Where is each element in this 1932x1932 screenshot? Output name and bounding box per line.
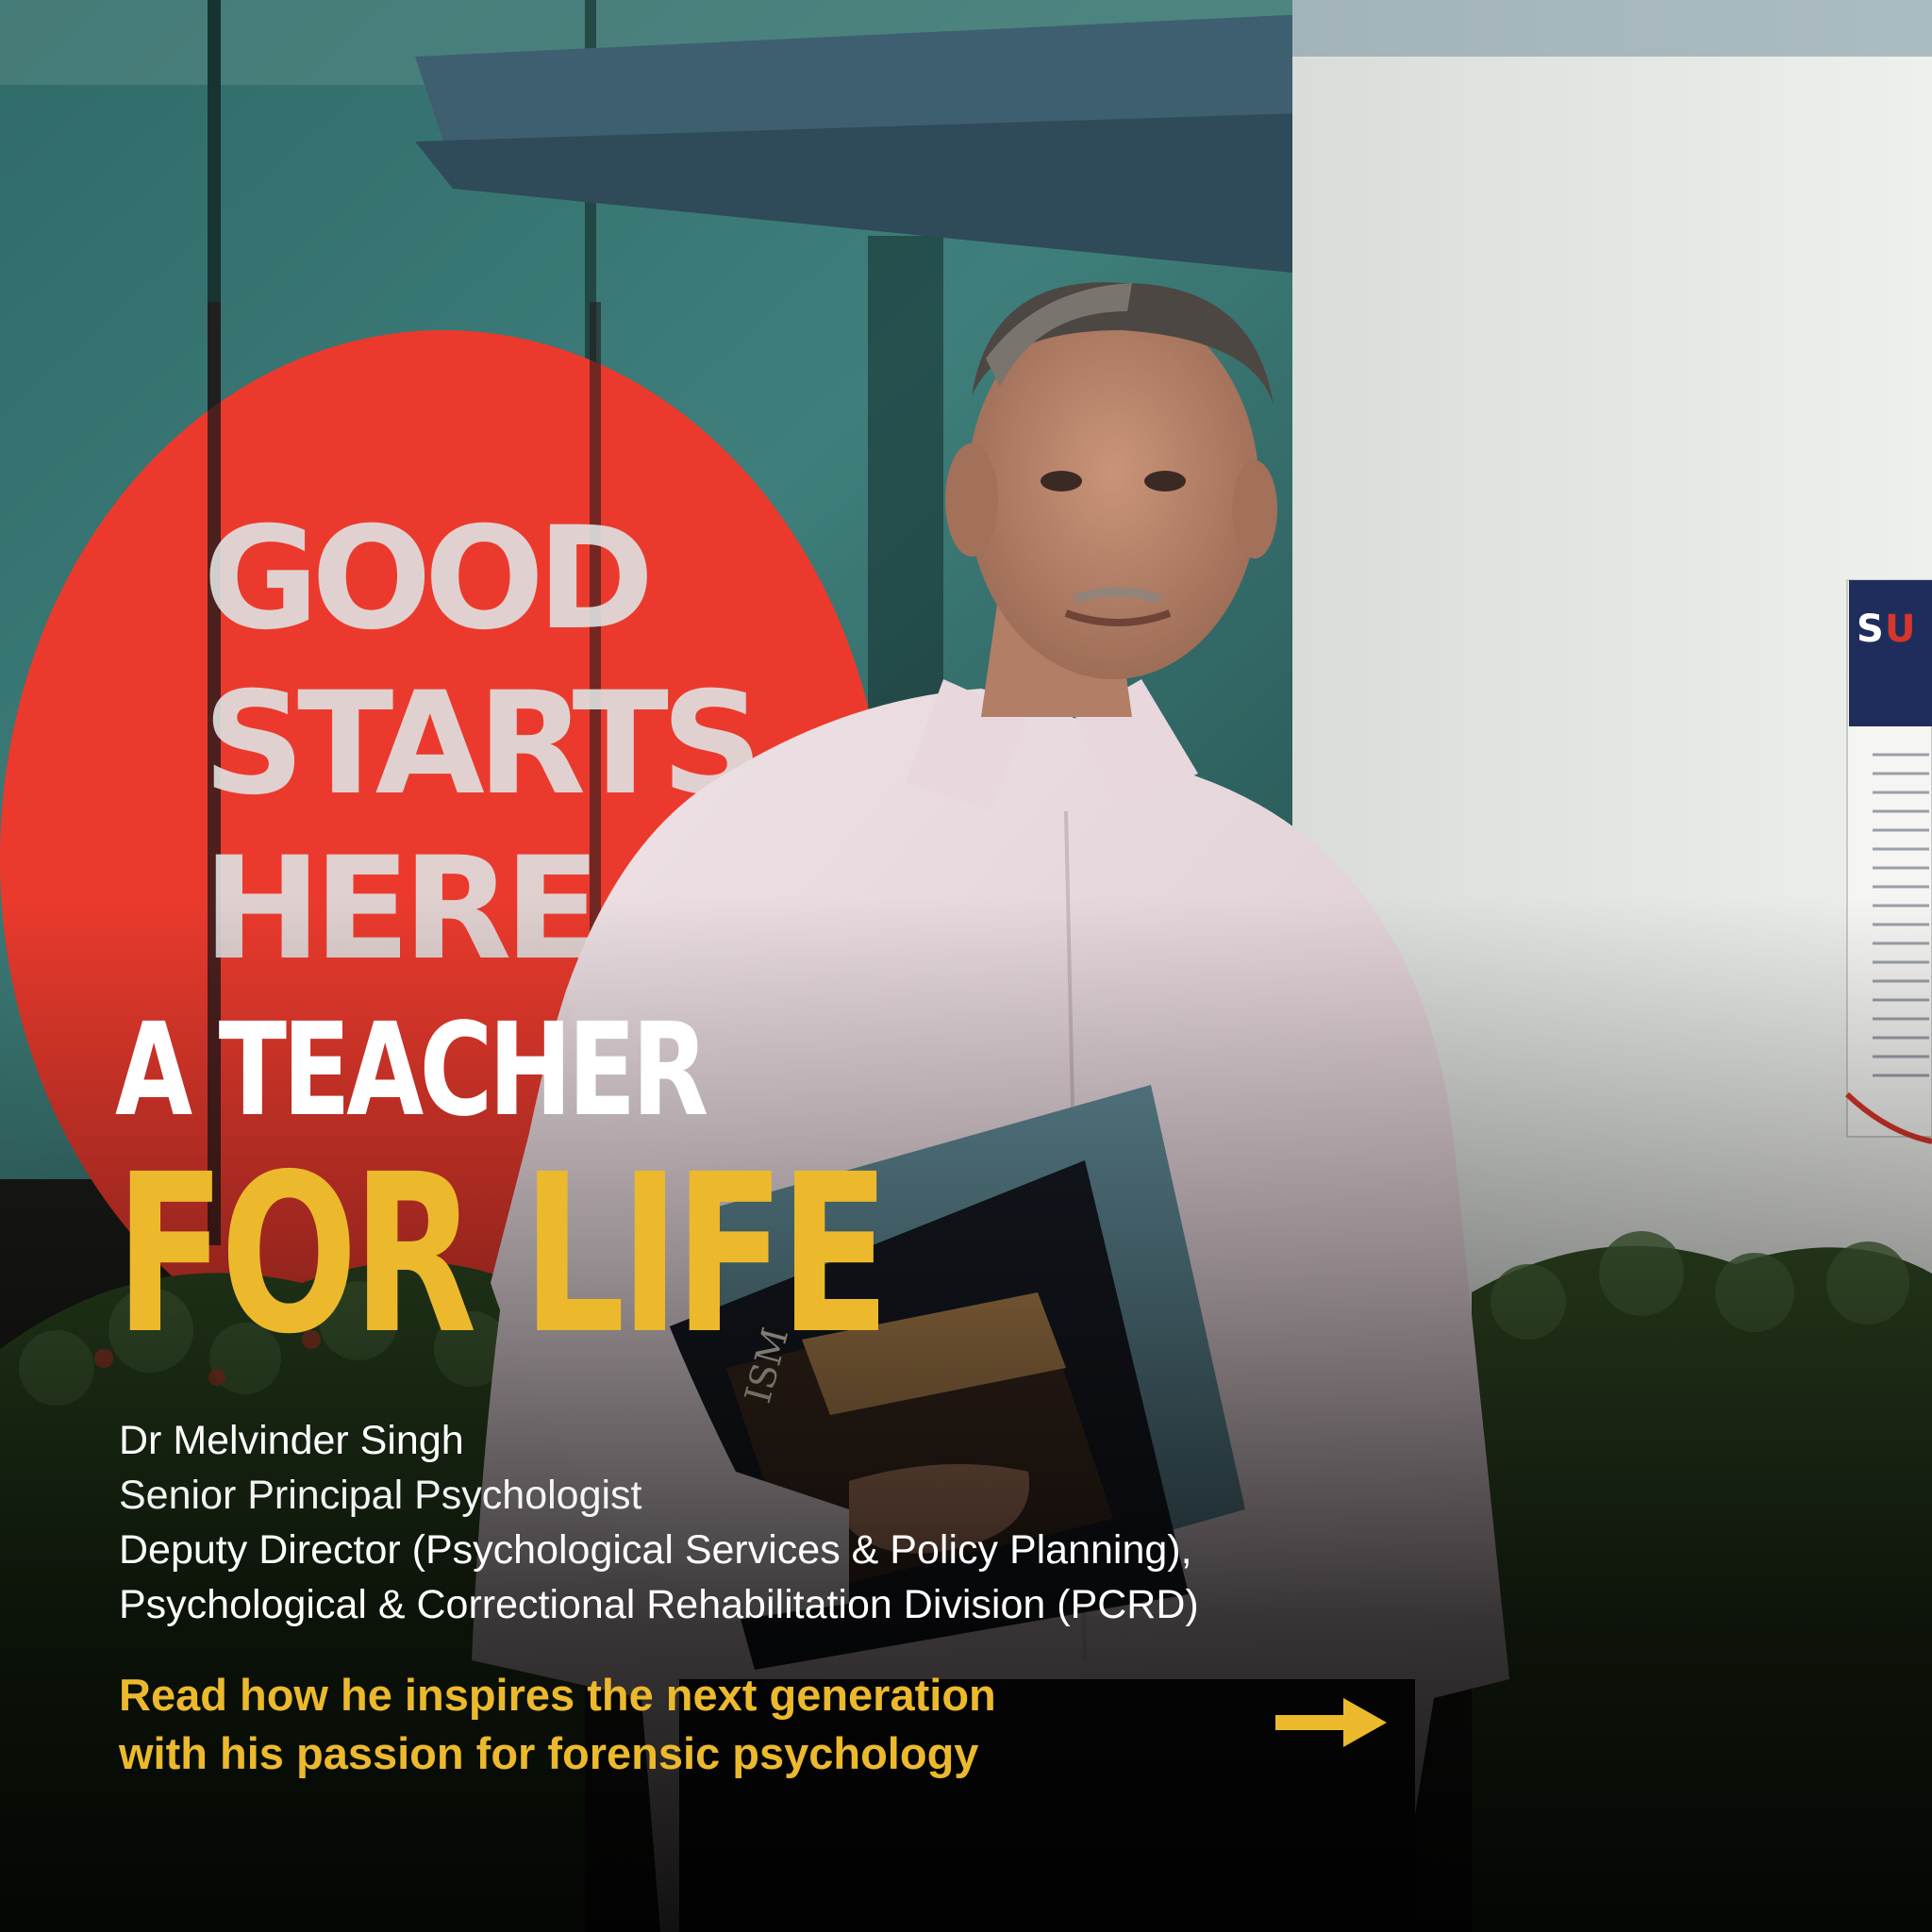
call-to-action[interactable]: Read how he inspires the next generation…	[119, 1666, 996, 1783]
cta-line-2: with his passion for forensic psychology	[119, 1728, 979, 1778]
person-name: Dr Melvinder Singh	[119, 1418, 464, 1463]
svg-text:U: U	[1885, 608, 1915, 651]
headline-line-1: A TEACHER	[115, 996, 708, 1145]
sign-text-starts: STARTS	[203, 662, 756, 826]
sign-text-good: GOOD	[203, 497, 647, 661]
headline-line-2: FOR LIFE	[115, 1127, 891, 1382]
person-title-2: Deputy Director (Psychological Services …	[119, 1527, 1192, 1573]
person-title-1: Senior Principal Psychologist	[119, 1473, 642, 1518]
svg-text:S: S	[1857, 608, 1884, 651]
person-title-3: Psychological & Correctional Rehabilitat…	[119, 1582, 1199, 1627]
person-info: Dr Melvinder Singh Senior Principal Psyc…	[119, 1413, 1199, 1632]
poster: S U GOOD STARTS HERE.	[0, 0, 1932, 1932]
arrow-right-icon[interactable]	[1275, 1694, 1387, 1751]
cta-line-1: Read how he inspires the next generation	[119, 1670, 996, 1720]
